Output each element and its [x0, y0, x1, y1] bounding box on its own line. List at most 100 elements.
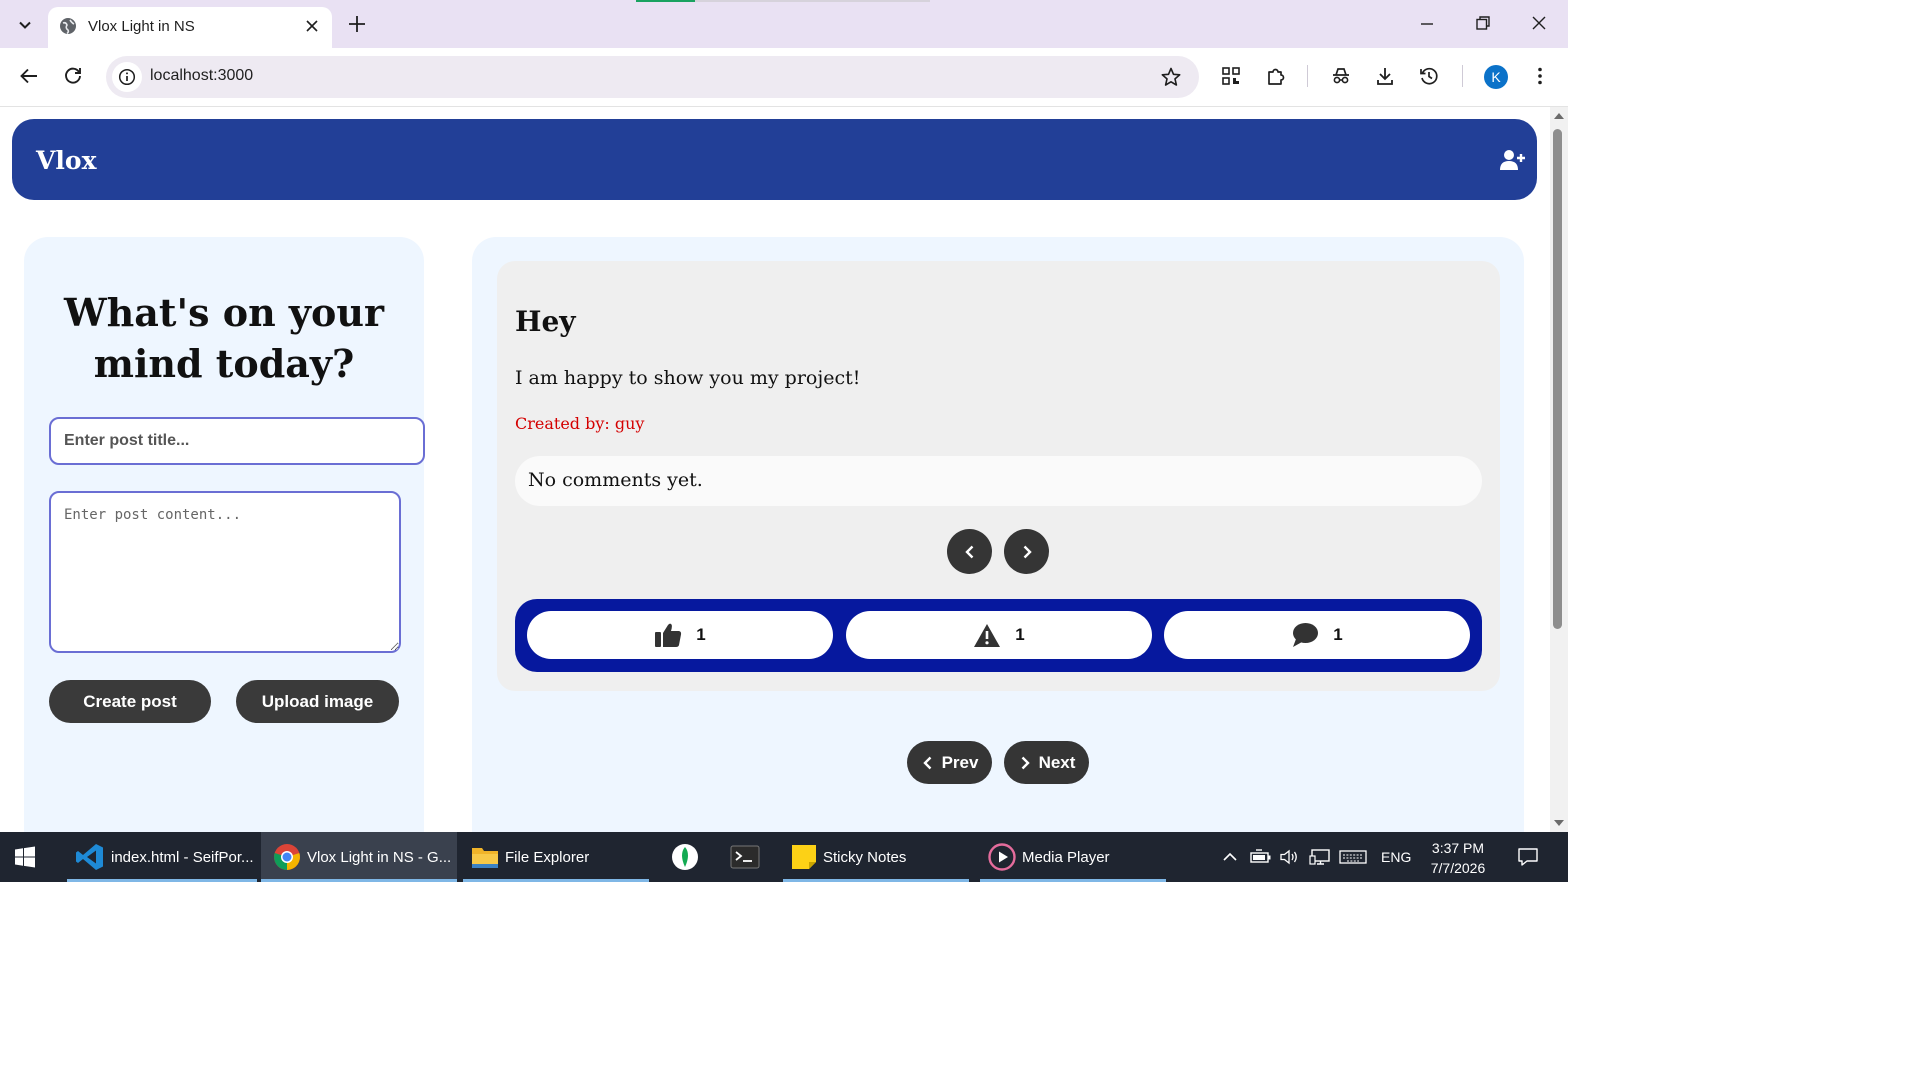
tray-chevron-up-icon[interactable]: [1222, 832, 1238, 882]
scrollbar-thumb[interactable]: [1553, 129, 1562, 629]
web-page: Vlox What's on your mind today? Create p…: [0, 107, 1550, 832]
chevron-left-icon: [964, 545, 973, 558]
report-count: 1: [1015, 625, 1025, 644]
comment-next-button[interactable]: [1004, 529, 1049, 574]
page-scrollbar[interactable]: [1550, 107, 1568, 832]
sticky-note-icon: [792, 845, 816, 869]
comments-box: No comments yet.: [515, 456, 1482, 506]
prev-page-button[interactable]: Prev: [907, 741, 992, 784]
system-clock[interactable]: 3:37 PM 7/7/2026: [1418, 838, 1498, 878]
app-navbar: Vlox: [12, 119, 1537, 200]
post-card: Hey I am happy to show you my project! C…: [497, 261, 1500, 691]
running-indicator: [67, 879, 257, 882]
browser-tab-active[interactable]: Vlox Light in NS: [48, 7, 332, 48]
toolbar-separator: [1462, 65, 1463, 87]
mongodb-leaf-icon: [672, 844, 698, 870]
next-page-button[interactable]: Next: [1004, 741, 1089, 784]
scroll-up-arrow-icon: [1554, 113, 1564, 119]
download-icon[interactable]: [1374, 65, 1396, 87]
address-bar[interactable]: localhost:3000: [106, 56, 1199, 98]
language-indicator[interactable]: ENG: [1381, 832, 1411, 882]
windows-taskbar: index.html - SeifPor... Vlox Light in NS…: [0, 832, 1568, 882]
history-icon[interactable]: [1418, 65, 1440, 87]
qr-code-icon[interactable]: [1220, 65, 1242, 87]
tab-search-chevron-icon[interactable]: [10, 10, 40, 40]
post-feed-panel: Hey I am happy to show you my project! C…: [472, 237, 1524, 832]
taskbar-item-media-player[interactable]: Media Player: [980, 832, 1166, 882]
browser-toolbar: localhost:3000 K: [0, 48, 1568, 107]
add-user-icon[interactable]: [1500, 149, 1526, 171]
running-indicator: [463, 879, 649, 882]
composer-heading: What's on your mind today?: [63, 290, 384, 386]
profile-avatar[interactable]: K: [1484, 65, 1508, 89]
notifications-icon[interactable]: [1517, 832, 1539, 882]
comment-count: 1: [1333, 625, 1343, 644]
window-close-icon[interactable]: [1530, 14, 1548, 32]
warning-triangle-icon: [974, 623, 1001, 647]
site-info-icon[interactable]: [112, 62, 142, 92]
taskbar-item-vscode[interactable]: index.html - SeifPor...: [67, 832, 257, 882]
clock-time: 3:37 PM: [1431, 840, 1485, 856]
media-player-icon: [988, 843, 1016, 871]
running-indicator: [261, 879, 457, 882]
taskbar-item-sticky-notes[interactable]: Sticky Notes: [783, 832, 969, 882]
running-indicator: [980, 879, 1166, 882]
comment-button[interactable]: 1: [1164, 611, 1470, 659]
thumbs-up-icon: [655, 623, 682, 647]
extensions-puzzle-icon[interactable]: [1265, 65, 1287, 87]
battery-icon[interactable]: [1250, 832, 1272, 882]
url-text: localhost:3000: [150, 67, 254, 84]
post-title-input[interactable]: [49, 417, 425, 465]
incognito-icon[interactable]: [1330, 65, 1352, 87]
clock-date: 7/7/2026: [1430, 860, 1486, 876]
back-arrow-icon[interactable]: [18, 65, 40, 87]
create-post-button[interactable]: Create post: [49, 680, 211, 723]
running-indicator: [783, 879, 969, 882]
upload-image-button[interactable]: Upload image: [236, 680, 399, 723]
comment-prev-button[interactable]: [947, 529, 992, 574]
tab-loading-indicator: [636, 0, 695, 2]
taskbar-item-file-explorer[interactable]: File Explorer: [463, 832, 649, 882]
new-tab-plus-icon[interactable]: [346, 13, 368, 35]
taskbar-item-label: Vlox Light in NS - G...: [307, 848, 452, 866]
taskbar-item-terminal[interactable]: [716, 832, 774, 882]
volume-icon[interactable]: [1279, 832, 1299, 882]
chevron-right-icon: [1021, 756, 1030, 769]
terminal-icon: [730, 845, 760, 869]
globe-icon: [59, 17, 77, 35]
reload-icon[interactable]: [62, 65, 84, 87]
like-count: 1: [696, 625, 706, 644]
restore-icon[interactable]: [1474, 14, 1492, 32]
chrome-icon: [274, 844, 300, 870]
minimize-icon[interactable]: [1418, 14, 1436, 32]
keyboard-icon[interactable]: [1339, 832, 1367, 882]
taskbar-item-chrome[interactable]: Vlox Light in NS - G...: [261, 832, 457, 882]
taskbar-item-label: File Explorer: [505, 848, 590, 866]
prev-page-label: Prev: [941, 752, 979, 772]
browser-tab-strip: Vlox Light in NS: [0, 0, 1568, 48]
toolbar-separator: [1307, 65, 1308, 87]
bookmark-star-icon[interactable]: [1160, 66, 1182, 88]
start-windows-icon[interactable]: [14, 832, 36, 882]
brand-logo-text[interactable]: Vlox: [36, 146, 96, 175]
taskbar-item-mongodb[interactable]: [656, 832, 714, 882]
taskbar-item-label: index.html - SeifPor...: [111, 848, 254, 866]
tab-close-icon[interactable]: [304, 18, 320, 34]
network-icon[interactable]: [1309, 832, 1331, 882]
chevron-right-icon: [1023, 545, 1032, 558]
like-button[interactable]: 1: [527, 611, 833, 659]
post-composer-panel: What's on your mind today? Create post U…: [24, 237, 425, 832]
report-button[interactable]: 1: [846, 611, 1152, 659]
post-action-bar: 1 1 1: [515, 599, 1482, 672]
post-title: Hey: [515, 305, 576, 338]
scroll-down-arrow-icon: [1554, 820, 1564, 826]
post-content-textarea[interactable]: [49, 491, 401, 653]
taskbar-item-label: Media Player: [1022, 848, 1110, 866]
tab-strip-highlight: [695, 0, 930, 2]
kebab-menu-icon[interactable]: [1529, 65, 1551, 87]
comments-empty-text: No comments yet.: [528, 469, 703, 491]
speech-bubble-icon: [1293, 623, 1319, 647]
tab-title: Vlox Light in NS: [88, 18, 195, 35]
chevron-left-icon: [922, 756, 931, 769]
post-content: I am happy to show you my project!: [515, 367, 861, 389]
